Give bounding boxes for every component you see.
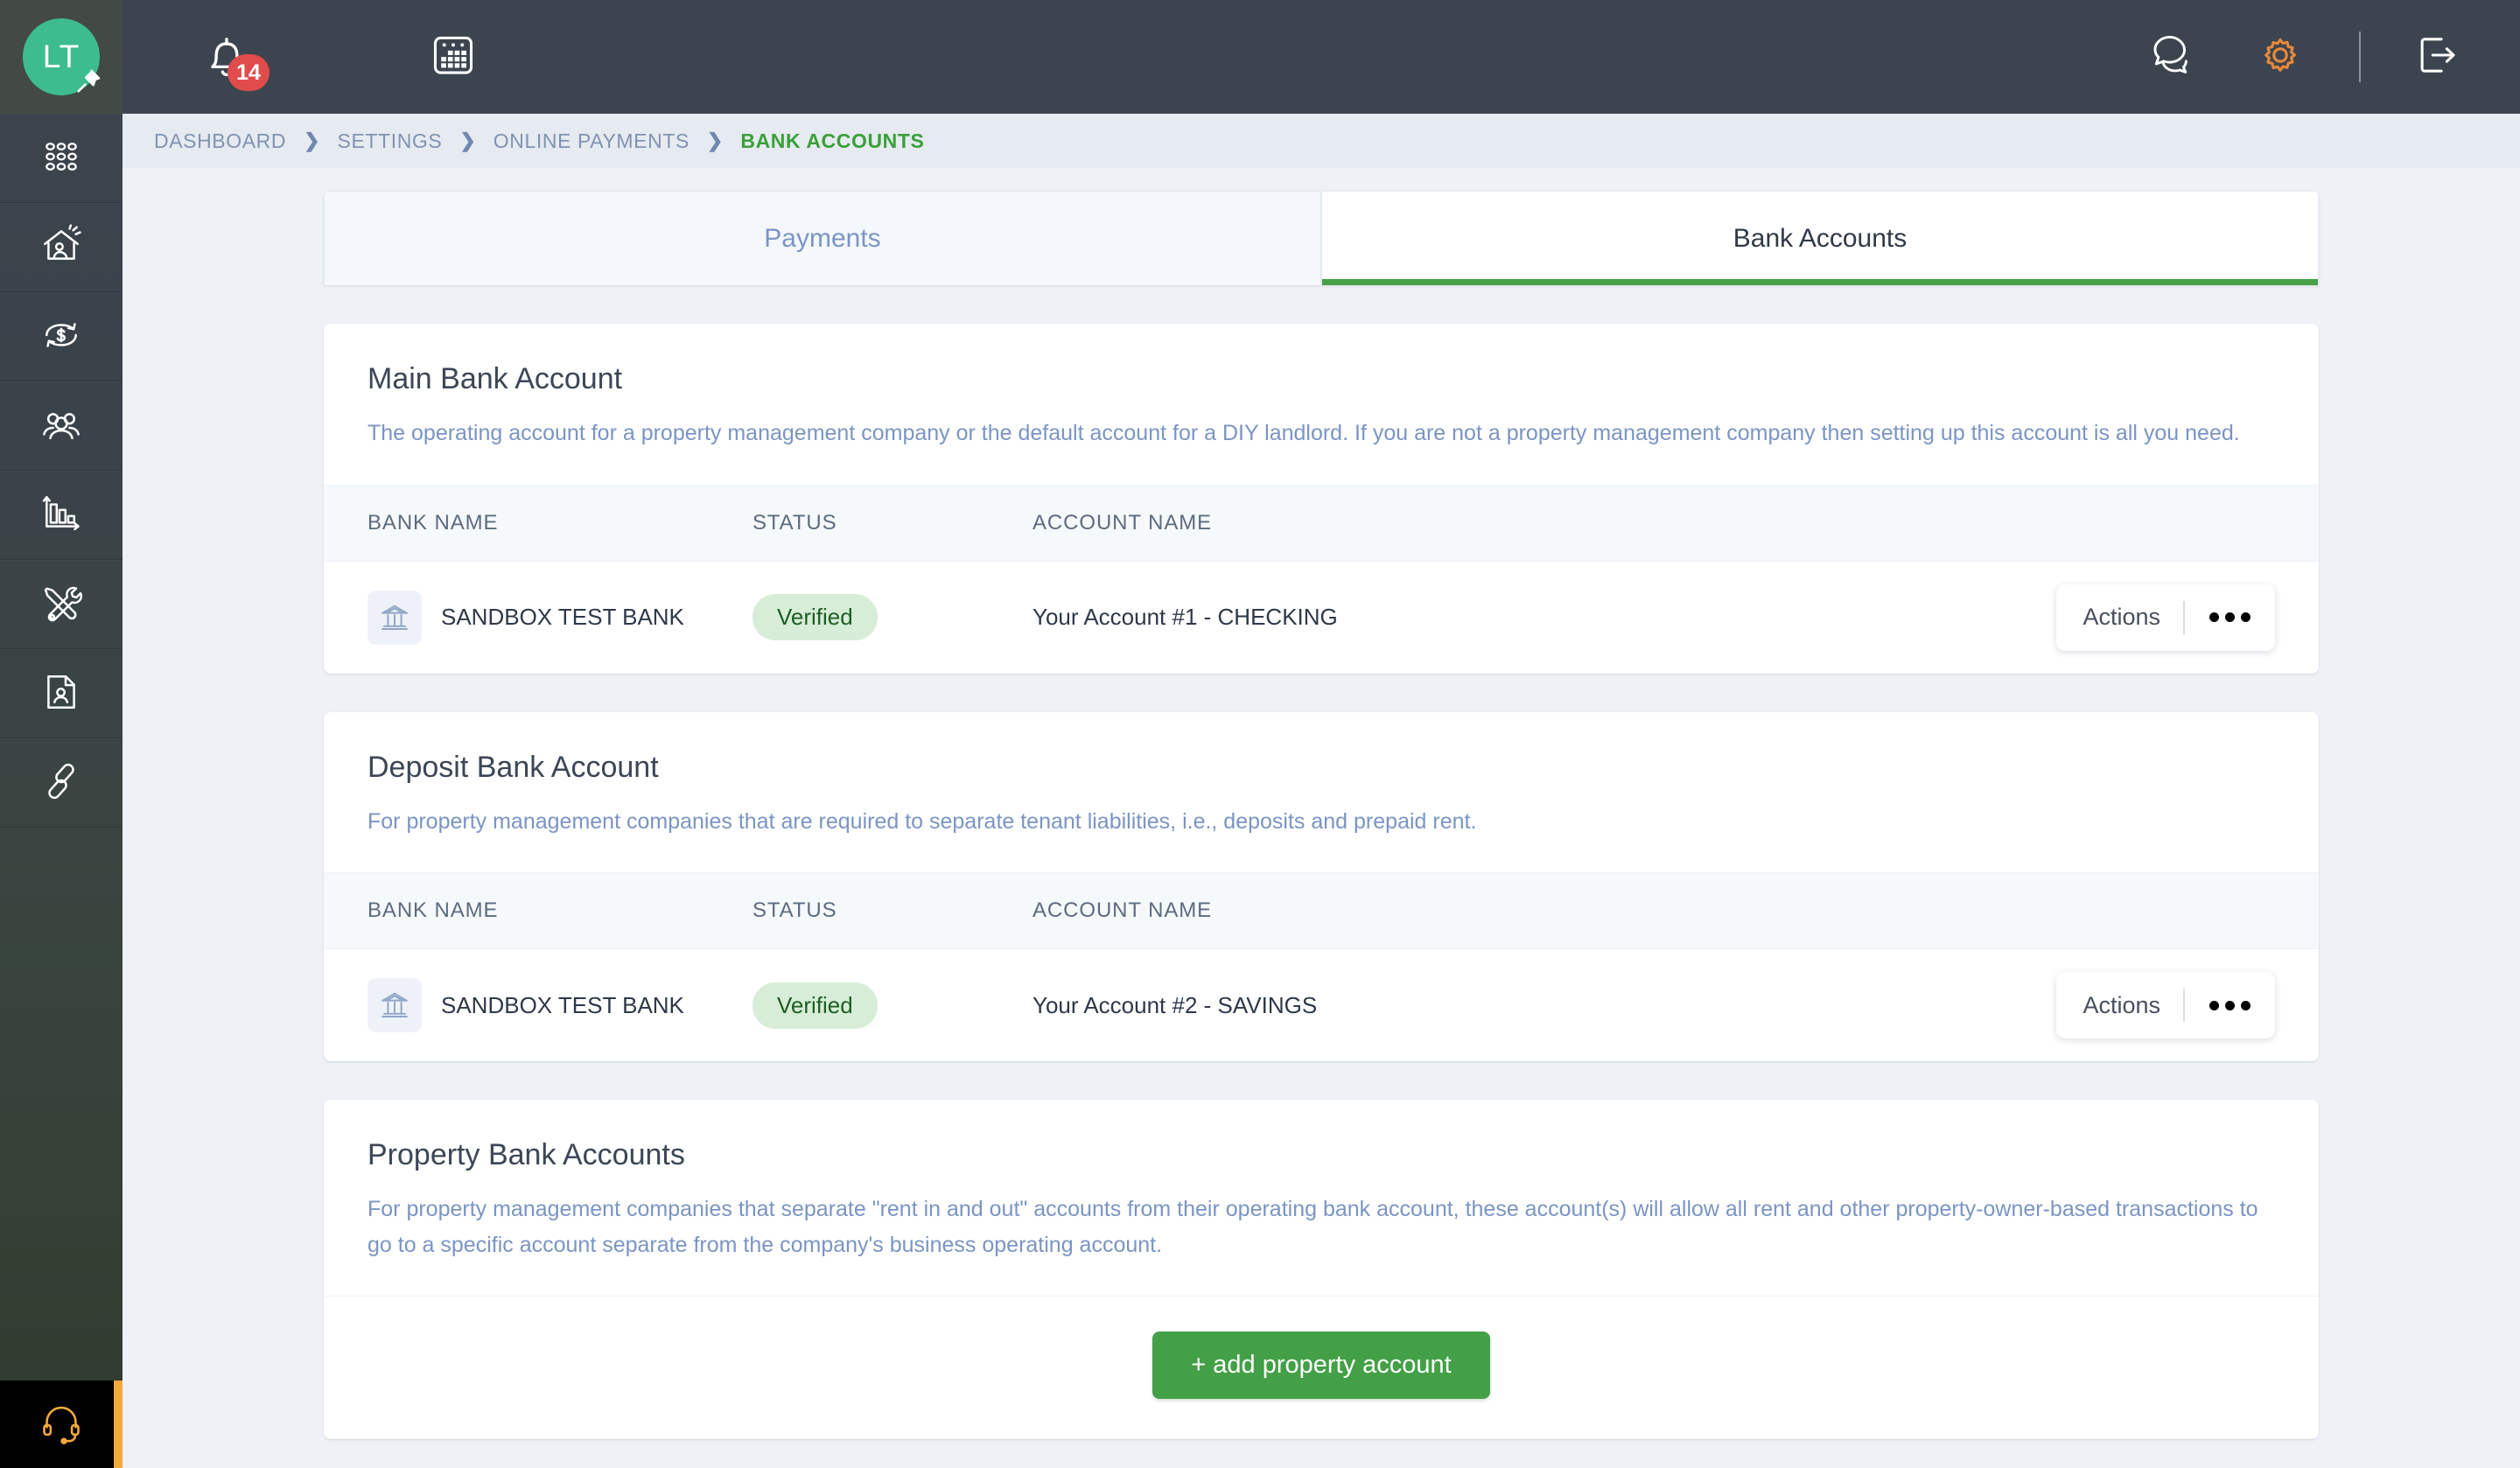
sidebar-item-people[interactable] — [0, 381, 122, 471]
top-bar-left-group: 14 — [122, 30, 478, 91]
deposit-bank-account-card: Deposit Bank Account For property manage… — [324, 711, 2319, 1061]
main-bank-account-card: Main Bank Account The operating account … — [324, 324, 2319, 674]
card-header: Main Bank Account The operating account … — [324, 324, 2319, 485]
tab-bar: Payments Bank Accounts — [324, 191, 2319, 285]
card-title: Deposit Bank Account — [368, 750, 659, 784]
column-header-account-name: ACCOUNT NAME — [1032, 898, 1213, 922]
sidebar-item-tenants[interactable] — [0, 649, 122, 738]
card-footer: + add property account — [324, 1296, 2319, 1439]
link-chain-icon — [39, 759, 83, 807]
sidebar-item-integrations[interactable] — [0, 738, 122, 828]
table-row: SANDBOX TEST BANK Verified Your Account … — [324, 561, 2319, 674]
tab-bank-accounts[interactable]: Bank Accounts — [1321, 191, 2319, 285]
card-header: Property Bank Accounts For property mana… — [324, 1100, 2319, 1296]
support-accent-bar — [114, 1381, 122, 1468]
table-header-row: BANK NAME STATUS ACCOUNT NAME — [324, 872, 2319, 949]
money-transfer-icon — [39, 313, 83, 361]
support-button[interactable] — [0, 1381, 122, 1468]
pin-icon[interactable] — [74, 66, 103, 96]
sidebar-item-reports[interactable] — [0, 471, 122, 560]
property-bank-accounts-card: Property Bank Accounts For property mana… — [324, 1100, 2319, 1439]
top-bar: 14 — [122, 0, 2520, 114]
logout-button[interactable] — [2412, 31, 2460, 84]
chat-bubbles-icon — [2142, 31, 2191, 84]
user-avatar-cell[interactable]: LT — [0, 0, 122, 114]
tenant-document-icon — [39, 670, 83, 718]
actions-button[interactable]: Actions — [2056, 584, 2275, 651]
bank-building-icon — [368, 978, 422, 1032]
bank-building-icon — [368, 590, 422, 645]
breadcrumb-item-bank-accounts: BANK ACCOUNTS — [740, 129, 925, 152]
card-description: For property management companies that s… — [368, 1197, 2258, 1257]
reports-bar-chart-icon — [39, 492, 83, 540]
actions-button-label: Actions — [2082, 604, 2160, 630]
sidebar-item-payments[interactable] — [0, 292, 122, 381]
sidebar-item-properties[interactable] — [0, 203, 122, 292]
top-bar-right-group — [2142, 31, 2520, 84]
breadcrumb-separator: ❯ — [304, 129, 320, 151]
card-description: The operating account for a property man… — [368, 421, 2240, 445]
breadcrumb-separator: ❯ — [459, 129, 476, 151]
rail-spacer — [0, 828, 122, 1468]
left-navigation-rail: LT — [0, 0, 122, 1468]
column-header-status: STATUS — [752, 898, 837, 922]
sidebar-item-maintenance[interactable] — [0, 560, 122, 649]
calendar-icon — [429, 31, 478, 84]
bank-name-value: SANDBOX TEST BANK — [441, 604, 684, 630]
column-header-bank-name: BANK NAME — [368, 898, 499, 922]
status-badge: Verified — [752, 594, 878, 640]
settings-button[interactable] — [2256, 31, 2305, 84]
breadcrumb-item-online-payments[interactable]: ONLINE PAYMENTS — [481, 129, 702, 153]
add-property-account-button[interactable]: + add property account — [1152, 1332, 1490, 1399]
breadcrumb-separator: ❯ — [706, 129, 724, 151]
table-header-row: BANK NAME STATUS ACCOUNT NAME — [324, 484, 2319, 562]
actions-button-label: Actions — [2082, 991, 2160, 1018]
page-container: Payments Bank Accounts Main Bank Account… — [324, 168, 2319, 1439]
card-description: For property management companies that a… — [368, 808, 1477, 834]
status-cell: Verified — [752, 594, 1032, 640]
bank-name-value: SANDBOX TEST BANK — [441, 991, 684, 1018]
app-root: LT 14 DASHBOARD ❯ SETTINGS ❯ ONLINE PAYM… — [0, 0, 2520, 1468]
status-cell: Verified — [752, 982, 1032, 1029]
ellipsis-icon[interactable] — [2185, 1000, 2275, 1010]
chat-button[interactable] — [2142, 31, 2191, 84]
maintenance-tools-icon — [39, 581, 83, 629]
breadcrumb-item-dashboard[interactable]: DASHBOARD — [142, 129, 298, 153]
property-house-icon — [39, 223, 83, 272]
headset-icon — [38, 1400, 84, 1450]
tab-payments[interactable]: Payments — [324, 191, 1321, 285]
people-icon — [39, 402, 83, 451]
card-title: Property Bank Accounts — [368, 1138, 685, 1171]
column-header-account-name: ACCOUNT NAME — [1032, 510, 1213, 535]
notifications-badge: 14 — [228, 54, 270, 91]
top-bar-divider — [2359, 31, 2361, 82]
sidebar-item-apps[interactable] — [0, 114, 122, 203]
logout-icon — [2412, 31, 2460, 84]
bank-name-cell: SANDBOX TEST BANK — [368, 978, 752, 1032]
bank-name-cell: SANDBOX TEST BANK — [368, 590, 752, 645]
ellipsis-icon[interactable] — [2185, 612, 2275, 622]
column-header-status: STATUS — [752, 510, 837, 535]
calendar-button[interactable] — [429, 31, 478, 84]
bell-icon: 14 — [200, 30, 270, 91]
notifications-button[interactable]: 14 — [200, 30, 270, 91]
status-badge: Verified — [752, 982, 878, 1029]
apps-grid-icon — [39, 135, 83, 183]
actions-button[interactable]: Actions — [2056, 972, 2275, 1038]
main-content: Payments Bank Accounts Main Bank Account… — [122, 168, 2520, 1468]
card-title: Main Bank Account — [368, 362, 623, 395]
table-row: SANDBOX TEST BANK Verified Your Account … — [324, 949, 2319, 1061]
breadcrumb-item-settings[interactable]: SETTINGS — [326, 129, 455, 153]
column-header-bank-name: BANK NAME — [368, 510, 499, 535]
gear-icon — [2256, 31, 2305, 84]
card-header: Deposit Bank Account For property manage… — [324, 712, 2319, 873]
breadcrumb: DASHBOARD ❯ SETTINGS ❯ ONLINE PAYMENTS ❯… — [122, 114, 2520, 168]
